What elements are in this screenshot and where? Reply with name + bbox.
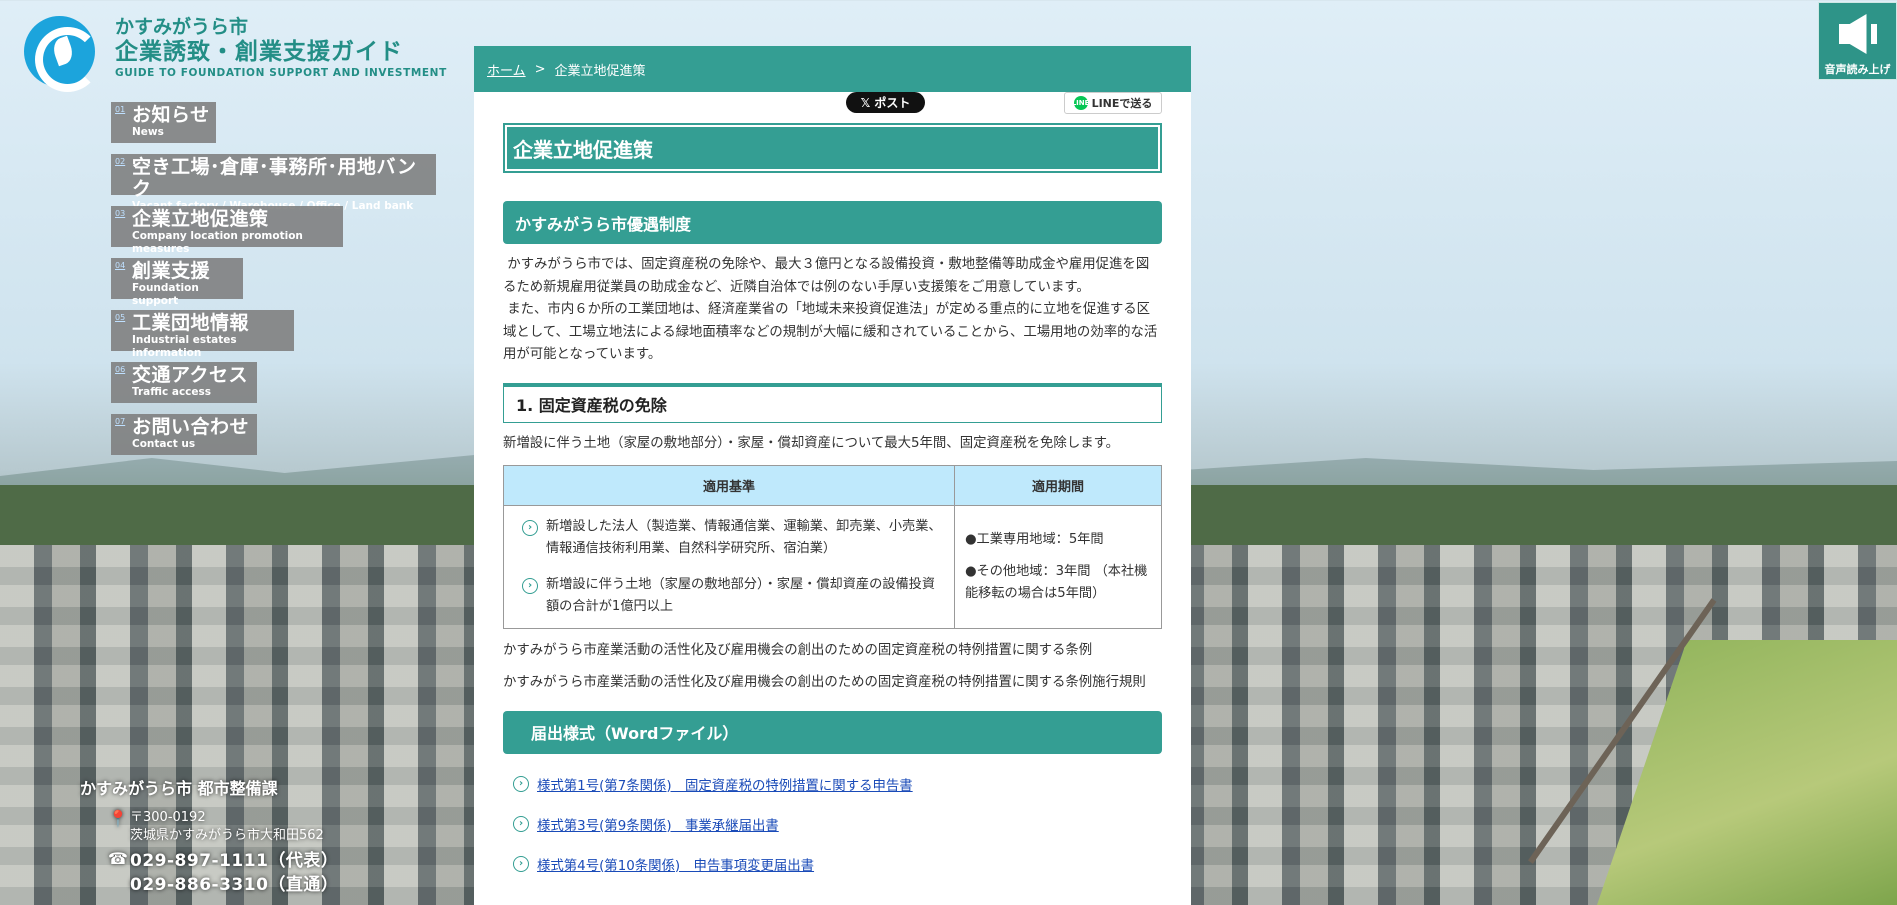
nav-label-jp: お問い合わせ [132, 416, 250, 438]
list-item: › 様式第3号(第9条関係) 事業承継届出書 [503, 804, 1162, 844]
department-name: かすみがうら市 都市整備課 [80, 779, 278, 798]
chevron-right-icon: › [513, 815, 529, 832]
logo-subtitle: GUIDE TO FOUNDATION SUPPORT AND INVESTME… [115, 67, 447, 79]
nav-label-jp: 企業立地促進策 [132, 208, 269, 230]
city-emblem-icon [24, 16, 100, 92]
nav-label-en: Foundation support [132, 282, 199, 307]
nav-item-foundation-support[interactable]: 04 創業支援 Foundation support [111, 258, 243, 307]
global-nav: 01 お知らせ News 02 空き工場･倉庫･事務所･用地バンク Vacant… [111, 102, 436, 466]
logo-title: 企業誘致・創業支援ガイド [115, 39, 403, 65]
address: 茨城県かすみがうら市大和田562 [130, 828, 324, 843]
nav-label-jp: 空き工場･倉庫･事務所･用地バンク [132, 156, 417, 200]
section-heading-forms: 届出様式（Wordファイル） [503, 710, 1162, 754]
criteria-item: › 新増設に伴う土地（家屋の敷地部分）・家屋・償却資産の設備投資額の合計が1億円… [514, 574, 944, 618]
contact-info: かすみがうら市 都市整備課 📍 〒300-0192 茨城県かすみがうら市大和田5… [80, 775, 338, 901]
line-share-label: LINEで送る [1091, 97, 1153, 110]
nav-item-traffic-access[interactable]: 06 交通アクセス Traffic access [111, 362, 257, 403]
intro-paragraph-1: かすみがうら市では、固定資産税の免除や、最大３億円となる設備投資・敷地整備等助成… [503, 257, 1150, 295]
site-logo[interactable]: かすみがうら市 企業誘致・創業支援ガイド GUIDE TO FOUNDATION… [24, 16, 447, 92]
list-item: › 様式第4号(第10条関係) 申告事項変更届出書 [503, 844, 1162, 884]
chevron-right-icon: › [522, 519, 538, 536]
list-item: › 様式第1号(第7条関係) 固定資産税の特例措置に関する申告書 [503, 764, 1162, 804]
voice-reader-button[interactable]: 音声読み上げ [1818, 2, 1897, 80]
table-header-criteria: 適用基準 [503, 464, 955, 506]
line-share-button[interactable]: LINE LINEで送る [1064, 92, 1162, 114]
criteria-text: 新増設した法人（製造業、情報通信業、運輸業、卸売業、小売業、情報通信技術利用業、… [546, 518, 942, 556]
nav-label-en: Industrial estates information [132, 334, 237, 359]
nav-num: 05 [115, 313, 126, 322]
nav-num: 03 [115, 209, 126, 218]
nav-label-jp: お知らせ [132, 104, 210, 126]
period-text: ●その他地域：3年間 （本社機能移転の場合は5年間） [965, 563, 1148, 601]
line-icon: LINE [1072, 96, 1089, 110]
form-link-3[interactable]: 様式第3号(第9条関係) 事業承継届出書 [537, 814, 779, 834]
table-header-period: 適用期間 [954, 464, 1162, 506]
nav-label-jp: 創業支援 [132, 260, 211, 282]
nav-num: 02 [115, 157, 126, 166]
period-cell: ●工業専用地域：5年間 ●その他地域：3年間 （本社機能移転の場合は5年間） [954, 504, 1162, 629]
nav-item-vacant-factory[interactable]: 02 空き工場･倉庫･事務所･用地バンク Vacant factory / Wa… [111, 154, 436, 212]
breadcrumb: ホーム > 企業立地促進策 [474, 46, 1191, 92]
tax-exemption-note: 新増設に伴う土地（家屋の敷地部分）・家屋・償却資産について最大5年間、固定資産税… [503, 435, 1120, 451]
nav-item-industrial-estates[interactable]: 05 工業団地情報 Industrial estates information [111, 310, 294, 359]
nav-num: 04 [115, 261, 126, 270]
tel-direct[interactable]: 029-886-3310（直通） [130, 873, 338, 897]
nav-label-en: Traffic access [132, 386, 212, 398]
phone-icon: ☎ [108, 849, 128, 868]
voice-reader-label: 音声読み上げ [1824, 63, 1891, 76]
logo-city: かすみがうら市 [115, 16, 249, 38]
tax-exemption-table: 適用基準 適用期間 › 新増設した法人（製造業、情報通信業、運輸業、卸売業、小売… [503, 464, 1162, 629]
nav-label-en: Company location promotion measures [132, 230, 303, 255]
chevron-right-icon: › [522, 577, 538, 594]
map-pin-icon: 📍 [108, 809, 128, 828]
nav-label-jp: 交通アクセス [132, 364, 249, 386]
nav-label-en: Contact us [132, 438, 196, 450]
main-content: ホーム > 企業立地促進策 𝕏 ポスト LINE LINEで送る 企業立地促進策… [474, 46, 1191, 905]
intro-paragraph-2: また、市内６か所の工業団地は、経済産業省の「地域未来投資促進法」が定める重点的に… [503, 302, 1158, 362]
section-heading-incentives: かすみがうら市優遇制度 [503, 201, 1162, 244]
page-title-text: 企業立地促進策 [507, 127, 1158, 169]
criteria-cell: › 新増設した法人（製造業、情報通信業、運輸業、卸売業、小売業、情報通信技術利用… [503, 504, 955, 629]
x-post-button[interactable]: 𝕏 ポスト [846, 92, 925, 113]
criteria-item: › 新増設した法人（製造業、情報通信業、運輸業、卸売業、小売業、情報通信技術利用… [514, 516, 944, 560]
page-title: 企業立地促進策 [503, 123, 1162, 173]
nav-item-location-promotion[interactable]: 03 企業立地促進策 Company location promotion me… [111, 206, 343, 255]
nav-num: 07 [115, 417, 126, 426]
postal-code: 〒300-0192 [130, 810, 206, 825]
ordinance-link-1[interactable]: かすみがうら市産業活動の活性化及び雇用機会の創出のための固定資産税の特例措置に関… [503, 640, 1162, 661]
breadcrumb-separator: > [534, 61, 546, 77]
breadcrumb-home-link[interactable]: ホーム [487, 60, 526, 79]
speaker-icon [1833, 9, 1883, 59]
form-link-1[interactable]: 様式第1号(第7条関係) 固定資産税の特例措置に関する申告書 [537, 774, 913, 794]
subsection-heading-tax-exemption: 1. 固定資産税の免除 [503, 382, 1162, 423]
nav-label-en: News [132, 126, 164, 138]
tel-main[interactable]: 029-897-1111（代表） [130, 849, 338, 873]
nav-item-news[interactable]: 01 お知らせ News [111, 102, 216, 143]
nav-label-jp: 工業団地情報 [132, 312, 250, 334]
period-text: ●工業専用地域：5年間 [965, 531, 1104, 547]
breadcrumb-current: 企業立地促進策 [554, 63, 646, 79]
form-link-4[interactable]: 様式第4号(第10条関係) 申告事項変更届出書 [537, 854, 814, 874]
nav-item-contact[interactable]: 07 お問い合わせ Contact us [111, 414, 257, 455]
chevron-right-icon: › [513, 855, 529, 872]
table-row: › 新増設した法人（製造業、情報通信業、運輸業、卸売業、小売業、情報通信技術利用… [503, 504, 1162, 629]
criteria-text: 新増設に伴う土地（家屋の敷地部分）・家屋・償却資産の設備投資額の合計が1億円以上 [546, 576, 936, 614]
chevron-right-icon: › [513, 775, 529, 792]
form-list: › 様式第1号(第7条関係) 固定資産税の特例措置に関する申告書 › 様式第3号… [503, 764, 1162, 884]
share-bar: 𝕏 ポスト LINE LINEで送る [474, 92, 1191, 118]
ordinance-link-2[interactable]: かすみがうら市産業活動の活性化及び雇用機会の創出のための固定資産税の特例措置に関… [503, 672, 1162, 693]
nav-num: 06 [115, 365, 126, 374]
nav-num: 01 [115, 105, 126, 114]
